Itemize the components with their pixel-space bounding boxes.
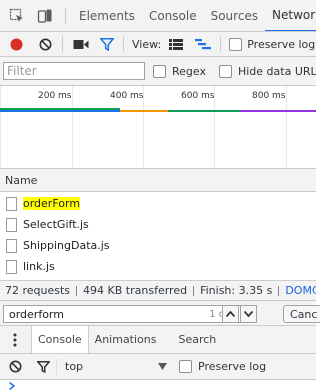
view-label: View: [132,37,162,51]
request-row[interactable]: orderForm [0,193,316,214]
hide-data-urls-checkbox[interactable] [218,64,232,78]
timeline-bar-blue [0,110,120,112]
console-toolbar: top Preserve log [0,354,316,380]
toolbar-divider [62,36,63,52]
request-row[interactable]: ShippingData.js [0,235,316,256]
tab-network[interactable]: Network [265,0,316,31]
name-column-label: Name [5,173,38,187]
console-preserve-log-label: Preserve log [198,360,267,373]
timeline-tick: 400 ms [110,91,144,101]
clear-console-icon[interactable] [8,360,22,374]
drawer-tab-bar: Console Animations Search [0,326,316,354]
context-selector[interactable]: top [65,360,157,373]
grid-line [286,86,287,168]
drawer-tab-console[interactable]: Console [31,326,89,353]
status-divider [193,285,195,296]
inspect-element-icon[interactable] [5,4,29,28]
timeline-tick: 800 ms [252,91,286,101]
request-name: SelectGift.js [23,218,89,231]
grid-line [0,86,1,168]
status-divider [278,285,280,296]
toolbar-divider [123,36,124,52]
video-camera-icon[interactable] [73,37,89,51]
waterfall-icon[interactable] [194,37,212,51]
search-cancel-button[interactable]: Canc [283,305,320,323]
drawer-tab-animations[interactable]: Animations [89,326,163,353]
grid-line [72,86,73,168]
status-divider [76,285,78,296]
timeline-bar-green [0,108,120,110]
drawer-tab-search[interactable]: Search [172,326,222,353]
chevron-up-icon [226,311,235,317]
toolbar-divider [220,36,222,52]
search-next-button[interactable] [240,305,257,323]
hide-data-urls-label: Hide data URLs [237,64,316,78]
console-filter-icon[interactable] [36,360,50,374]
preserve-log-label: Preserve log [247,37,316,51]
transferred-size: 494 KB transferred [83,284,188,297]
network-toolbar: View: Preserve log [0,32,316,57]
network-status-bar: 72 requests 494 KB transferred Finish: 3… [0,280,316,300]
dropdown-arrow-icon[interactable] [157,362,167,372]
toolbar-divider [65,7,66,24]
request-row[interactable]: SelectGift.js [0,214,316,235]
filter-input[interactable] [3,62,145,80]
search-input[interactable] [4,306,174,322]
search-previous-button[interactable] [222,305,239,323]
device-toolbar-icon[interactable] [33,4,57,28]
tab-elements[interactable]: Elements [72,0,142,31]
document-icon [6,217,17,232]
document-icon [6,238,17,253]
filter-icon[interactable] [99,37,115,51]
request-count: 72 requests [5,284,71,297]
record-icon[interactable] [9,37,23,51]
request-name: ShippingData.js [23,239,110,252]
filter-bar: Regex Hide data URLs [0,57,316,86]
timeline-bar-green-2 [168,110,240,112]
tab-console[interactable]: Console [142,0,204,31]
devtools-tab-bar: Elements Console Sources Network [0,0,316,32]
name-column-header[interactable]: Name [0,168,316,192]
request-name: link.js [23,260,55,273]
finish-time: Finish: 3.35 s [200,284,273,297]
regex-checkbox[interactable] [153,64,166,78]
timeline-overview[interactable]: 200 ms 400 ms 600 ms 800 ms [0,86,316,168]
timeline-bar-purple [240,110,316,112]
large-rows-icon[interactable] [168,37,184,51]
regex-label: Regex [172,64,206,78]
more-options-icon[interactable] [7,330,23,350]
tab-sources[interactable]: Sources [204,0,265,31]
domcontentloaded-time: DOMCo [285,284,316,297]
clear-icon[interactable] [38,37,52,51]
toolbar-divider [56,358,57,375]
console-prompt[interactable] [0,381,316,390]
prompt-chevron-icon [8,381,16,390]
timeline-tick: 200 ms [38,91,72,101]
search-bar: 1 of 3 Canc [0,300,320,326]
request-name: orderForm [23,197,81,210]
timeline-bar-orange [120,110,168,112]
chevron-down-icon [244,311,253,317]
timeline-tick: 600 ms [181,91,215,101]
search-box: 1 of 3 [3,305,243,323]
console-preserve-log-checkbox[interactable] [179,360,192,373]
document-icon [6,196,17,211]
request-row[interactable]: link.js [0,256,316,277]
document-icon [6,259,17,274]
preserve-log-checkbox[interactable] [229,37,243,51]
